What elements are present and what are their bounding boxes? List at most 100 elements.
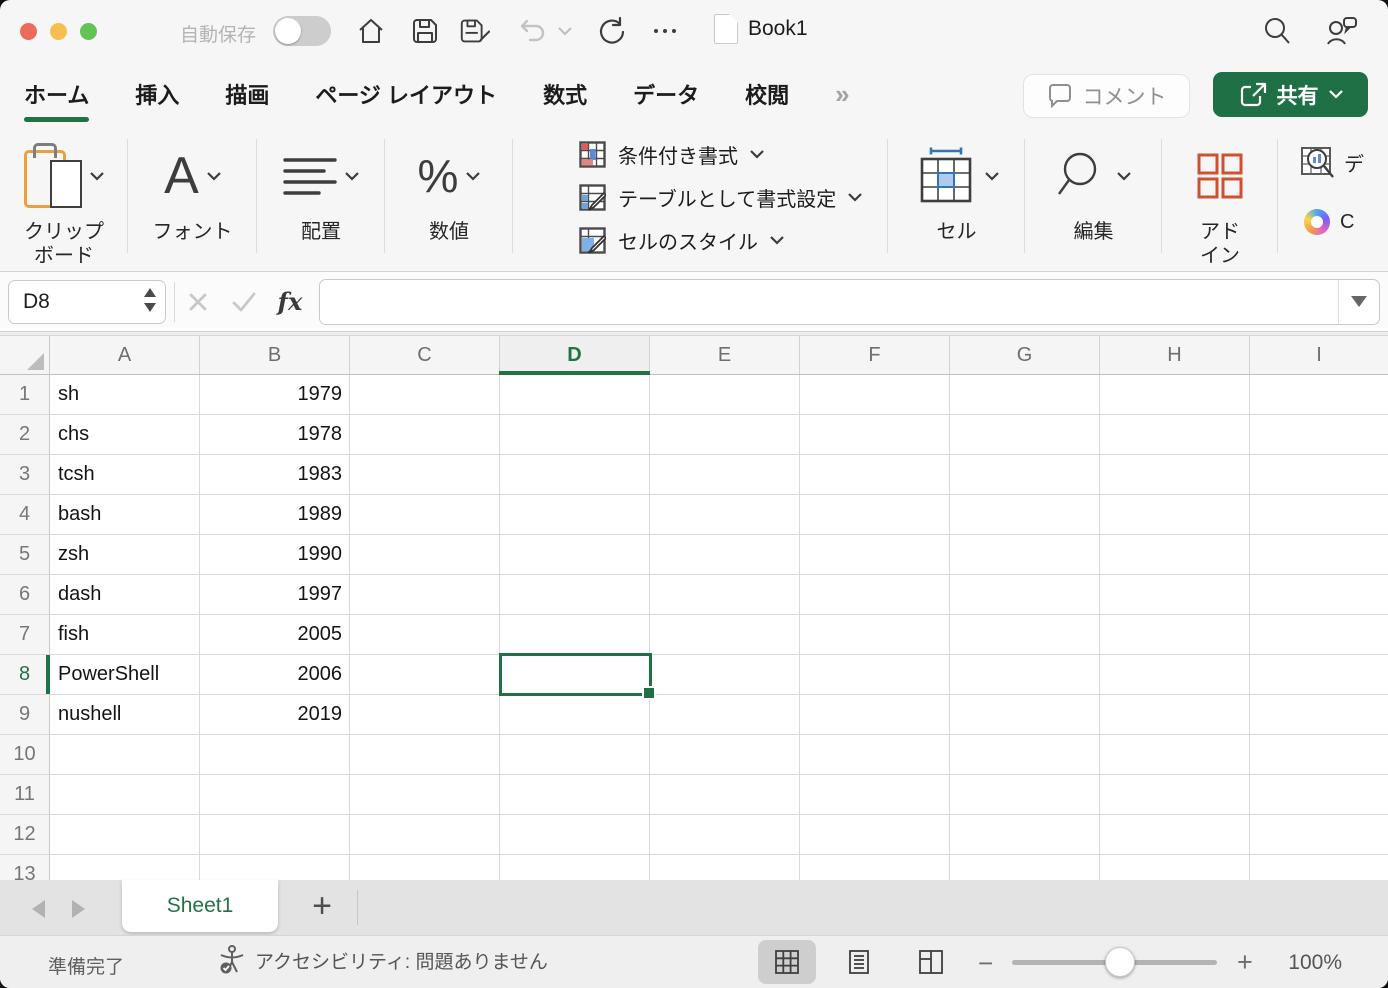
cell-B4[interactable]: 1989 — [200, 495, 350, 535]
search-icon[interactable] — [1260, 14, 1294, 48]
row-header-1[interactable]: 1 — [0, 375, 50, 415]
prev-sheet-arrow-icon[interactable] — [32, 900, 45, 918]
insert-function-button[interactable]: fx — [267, 287, 313, 316]
cell-C11[interactable] — [350, 775, 500, 815]
row-header-9[interactable]: 9 — [0, 695, 50, 735]
cell-E7[interactable] — [650, 615, 800, 655]
cell-H1[interactable] — [1100, 375, 1250, 415]
zoom-slider[interactable] — [1012, 960, 1217, 965]
column-header-A[interactable]: A — [50, 336, 200, 374]
font-menu-button[interactable]: A — [164, 132, 221, 220]
cell-I10[interactable] — [1250, 735, 1388, 775]
cell-C9[interactable] — [350, 695, 500, 735]
autosave-toggle[interactable] — [273, 16, 331, 46]
cell-I4[interactable] — [1250, 495, 1388, 535]
column-header-G[interactable]: G — [950, 336, 1100, 374]
column-header-B[interactable]: B — [200, 336, 350, 374]
row-header-10[interactable]: 10 — [0, 735, 50, 775]
cell-C8[interactable] — [350, 655, 500, 695]
cell-H13[interactable] — [1100, 855, 1250, 880]
cell-H5[interactable] — [1100, 535, 1250, 575]
cell-G8[interactable] — [950, 655, 1100, 695]
cell-D5[interactable] — [500, 535, 650, 575]
cell-A7[interactable]: fish — [50, 615, 200, 655]
cell-A3[interactable]: tcsh — [50, 455, 200, 495]
contacts-icon[interactable] — [1324, 14, 1358, 48]
zoom-out-button[interactable]: − — [978, 948, 993, 979]
minimize-window-button[interactable] — [50, 23, 67, 40]
save-icon[interactable] — [408, 14, 442, 48]
cell-I6[interactable] — [1250, 575, 1388, 615]
cell-F9[interactable] — [800, 695, 950, 735]
tab-review[interactable]: 校閲 — [745, 62, 789, 126]
cell-F13[interactable] — [800, 855, 950, 880]
cell-A4[interactable]: bash — [50, 495, 200, 535]
cell-G4[interactable] — [950, 495, 1100, 535]
row-header-2[interactable]: 2 — [0, 415, 50, 455]
cell-B7[interactable]: 2005 — [200, 615, 350, 655]
row-header-6[interactable]: 6 — [0, 575, 50, 615]
cell-H12[interactable] — [1100, 815, 1250, 855]
cell-E8[interactable] — [650, 655, 800, 695]
cell-A12[interactable] — [50, 815, 200, 855]
cell-F6[interactable] — [800, 575, 950, 615]
cell-I13[interactable] — [1250, 855, 1388, 880]
column-header-E[interactable]: E — [650, 336, 800, 374]
cell-H7[interactable] — [1100, 615, 1250, 655]
cell-E4[interactable] — [650, 495, 800, 535]
alignment-menu-button[interactable] — [283, 132, 359, 220]
cell-G13[interactable] — [950, 855, 1100, 880]
column-header-H[interactable]: H — [1100, 336, 1250, 374]
fill-handle[interactable] — [642, 686, 656, 700]
cell-C3[interactable] — [350, 455, 500, 495]
cell-D4[interactable] — [500, 495, 650, 535]
page-break-view-button[interactable] — [902, 940, 960, 984]
cell-G11[interactable] — [950, 775, 1100, 815]
cell-A10[interactable] — [50, 735, 200, 775]
tab-draw[interactable]: 描画 — [225, 62, 269, 126]
row-header-12[interactable]: 12 — [0, 815, 50, 855]
cell-B11[interactable] — [200, 775, 350, 815]
cell-H2[interactable] — [1100, 415, 1250, 455]
cell-G2[interactable] — [950, 415, 1100, 455]
cell-I2[interactable] — [1250, 415, 1388, 455]
tab-overflow-chevron-icon[interactable]: » — [835, 79, 849, 110]
more-options-icon[interactable] — [648, 14, 682, 48]
addins-button[interactable] — [1195, 132, 1245, 220]
cell-G6[interactable] — [950, 575, 1100, 615]
cell-I5[interactable] — [1250, 535, 1388, 575]
page-layout-view-button[interactable] — [830, 940, 888, 984]
selected-cell-outline[interactable] — [499, 653, 652, 696]
tab-insert[interactable]: 挿入 — [135, 62, 179, 126]
row-header-13[interactable]: 13 — [0, 855, 50, 880]
zoom-in-button[interactable]: + — [1237, 947, 1253, 978]
cell-B8[interactable]: 2006 — [200, 655, 350, 695]
cell-B5[interactable]: 1990 — [200, 535, 350, 575]
cell-E11[interactable] — [650, 775, 800, 815]
cell-B13[interactable] — [200, 855, 350, 880]
cell-F11[interactable] — [800, 775, 950, 815]
cell-G10[interactable] — [950, 735, 1100, 775]
cell-C5[interactable] — [350, 535, 500, 575]
row-header-7[interactable]: 7 — [0, 615, 50, 655]
row-header-4[interactable]: 4 — [0, 495, 50, 535]
row-header-3[interactable]: 3 — [0, 455, 50, 495]
cell-D7[interactable] — [500, 615, 650, 655]
tab-formulas[interactable]: 数式 — [543, 62, 587, 126]
cell-H9[interactable] — [1100, 695, 1250, 735]
cell-G3[interactable] — [950, 455, 1100, 495]
cell-C6[interactable] — [350, 575, 500, 615]
cell-B9[interactable]: 2019 — [200, 695, 350, 735]
format-as-table-button[interactable]: テーブルとして書式設定 — [579, 183, 862, 212]
cell-C13[interactable] — [350, 855, 500, 880]
cell-C2[interactable] — [350, 415, 500, 455]
cell-I9[interactable] — [1250, 695, 1388, 735]
cell-F3[interactable] — [800, 455, 950, 495]
cell-F7[interactable] — [800, 615, 950, 655]
next-sheet-arrow-icon[interactable] — [72, 900, 85, 918]
cell-A8[interactable]: PowerShell — [50, 655, 200, 695]
conditional-formatting-button[interactable]: 条件付き書式 — [579, 140, 764, 169]
cell-E2[interactable] — [650, 415, 800, 455]
cell-G5[interactable] — [950, 535, 1100, 575]
cell-E12[interactable] — [650, 815, 800, 855]
